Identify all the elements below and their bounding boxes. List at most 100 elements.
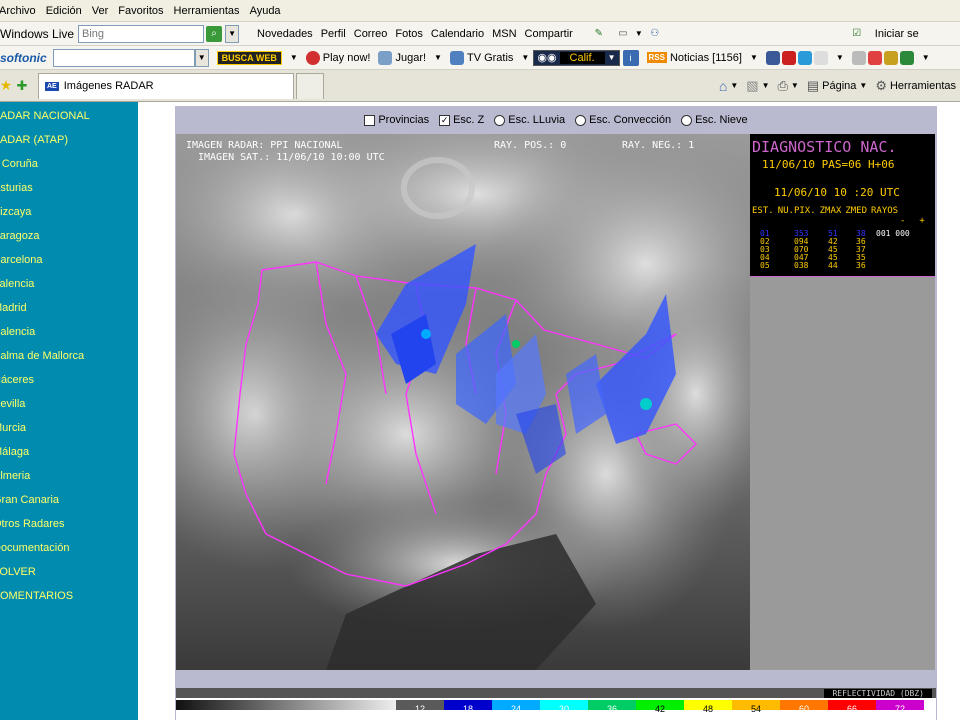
print-button[interactable]: ⎙ ▼ <box>774 78 803 94</box>
radar-header-line2: IMAGEN SAT.: 11/06/10 10:00 UTC <box>198 152 385 163</box>
messenger-dropdown-icon[interactable]: ▼ <box>631 29 647 38</box>
sidebar-link-murcia[interactable]: Murcia <box>0 416 138 440</box>
tools-menu-button[interactable]: ⚙ Herramientas <box>871 78 960 94</box>
extra-dropdown-icon[interactable]: ▼ <box>918 53 934 62</box>
legend-value-label: 72 <box>894 704 905 714</box>
esc-conveccion-radio[interactable] <box>575 114 587 126</box>
option-esc-lluvia[interactable]: Esc. LLuvia <box>494 114 565 126</box>
diagnostic-body <box>750 276 935 670</box>
sidebar-link-sevilla[interactable]: Sevilla <box>0 392 138 416</box>
sidebar-link-palma[interactable]: Palma de Mallorca <box>0 344 138 368</box>
live-link-calendario[interactable]: Calendario <box>427 28 488 40</box>
menu-favoritos[interactable]: Favoritos <box>113 5 168 17</box>
softonic-search-dropdown-icon[interactable]: ▼ <box>194 48 209 67</box>
tools-menu-label: Herramientas <box>889 79 956 92</box>
row5-est: 05 <box>760 261 770 270</box>
col-rayos: RAYOS <box>871 206 899 216</box>
bing-search-input[interactable]: Bing <box>78 24 205 43</box>
col-zmed: ZMED <box>845 206 867 216</box>
sidebar-link-radar-nacional[interactable]: RADAR NACIONAL <box>0 104 138 128</box>
buscaweb-dropdown-icon[interactable]: ▼ <box>286 53 302 62</box>
provincias-checkbox[interactable] <box>364 114 376 126</box>
sidebar-link-barcelona[interactable]: Barcelona <box>0 248 138 272</box>
option-provincias[interactable]: Provincias <box>364 114 429 126</box>
page-menu-label: Página <box>822 79 857 92</box>
esc-lluvia-radio[interactable] <box>494 114 506 126</box>
signin-link[interactable]: Iniciar se <box>871 28 923 40</box>
diagnostic-panel: DIAGNOSTICO NAC. 11/06/10 PAS=06 H+06 11… <box>750 134 935 670</box>
highlight-icon[interactable]: ✎ <box>591 26 607 42</box>
new-tab-button[interactable] <box>296 72 324 99</box>
tab-imagenes-radar[interactable]: AE Imágenes RADAR <box>38 72 294 99</box>
row5-zmed: 36 <box>856 261 866 270</box>
sidebar-link-radar-atap[interactable]: RADAR (ATAP) <box>0 128 138 152</box>
menu-bar: Archivo Edición Ver Favoritos Herramient… <box>0 0 960 22</box>
noticias-dropdown-icon[interactable]: ▼ <box>746 53 762 62</box>
tv-gratis-button[interactable]: TV Gratis <box>446 50 517 65</box>
jugar-dropdown-icon[interactable]: ▼ <box>430 53 446 62</box>
noticias-button[interactable]: RSS Noticias [1156] <box>643 52 746 64</box>
sidebar-link-asturias[interactable]: Asturias <box>0 176 138 200</box>
softonic-search-input[interactable] <box>52 48 195 67</box>
softonic-toolbar: softonic ▼ BUSCA WEB ▼ Play now! Jugar! … <box>0 46 960 70</box>
row1-rayos: 001 000 <box>876 229 910 238</box>
social-dropdown-icon[interactable]: ▼ <box>832 53 848 62</box>
sidebar-link-volver[interactable]: VOLVER <box>0 560 138 584</box>
live-link-fotos[interactable]: Fotos <box>391 28 427 40</box>
signin-icon[interactable]: ☑ <box>849 26 865 42</box>
social-icons[interactable] <box>762 50 832 65</box>
tv-dropdown-icon[interactable]: ▼ <box>517 53 533 62</box>
diagnostic-table-header: EST. NU.PIX. ZMAX ZMED RAYOS <box>752 206 898 216</box>
people-icon[interactable]: ⚇ <box>647 26 663 42</box>
calif-widget[interactable]: ◉◉ Calif. ▼ <box>533 49 620 66</box>
search-go-icon[interactable]: ⌕ <box>206 25 223 42</box>
sidebar-link-valencia[interactable]: Valencia <box>0 272 138 296</box>
menu-ayuda[interactable]: Ayuda <box>245 5 286 17</box>
extra-icons[interactable] <box>848 50 918 65</box>
sidebar-link-comentarios[interactable]: COMENTARIOS <box>0 584 138 608</box>
buscaweb-button[interactable]: BUSCA WEB <box>213 50 286 65</box>
live-link-correo[interactable]: Correo <box>350 28 392 40</box>
sidebar-link-documentacion[interactable]: Documentación <box>0 536 138 560</box>
add-favorite-icon[interactable]: ✚ <box>14 78 30 94</box>
menu-archivo[interactable]: Archivo <box>0 5 41 17</box>
sidebar-link-madrid[interactable]: Madrid <box>0 296 138 320</box>
sidebar-link-vizcaya[interactable]: Vizcaya <box>0 200 138 224</box>
live-link-perfil[interactable]: Perfil <box>317 28 350 40</box>
sidebar-link-palencia[interactable]: Palencia <box>0 320 138 344</box>
live-link-novedades[interactable]: Novedades <box>253 28 317 40</box>
sidebar-link-malaga[interactable]: Málaga <box>0 440 138 464</box>
noticias-label: Noticias [1156] <box>669 51 742 64</box>
feeds-dropdown-icon: ▼ <box>761 81 770 90</box>
info-icon[interactable]: i <box>622 49 639 66</box>
home-button[interactable]: ⌂ ▼ <box>715 78 742 94</box>
legend-gray-ramp <box>176 700 396 710</box>
esc-nieve-radio[interactable] <box>681 114 693 126</box>
feeds-button[interactable]: ▧ ▼ <box>742 78 773 94</box>
live-link-msn[interactable]: MSN <box>488 28 520 40</box>
menu-herramientas[interactable]: Herramientas <box>169 5 245 17</box>
sidebar-link-zaragoza[interactable]: Zaragoza <box>0 224 138 248</box>
page-menu-button[interactable]: ▤ Página ▼ <box>803 78 871 94</box>
esc-z-checkbox[interactable]: ✓ <box>439 114 451 126</box>
sidebar-link-gran-canaria[interactable]: Gran Canaria <box>0 488 138 512</box>
google-icon <box>867 50 882 65</box>
facebook-icon <box>765 50 780 65</box>
sidebar-link-caceres[interactable]: Cáceres <box>0 368 138 392</box>
jugar-button[interactable]: Jugar! <box>374 50 430 65</box>
sidebar-link-otros[interactable]: Otros Radares <box>0 512 138 536</box>
sidebar-link-almeria[interactable]: Almeria <box>0 464 138 488</box>
windows-live-toolbar: Windows Live Bing ⌕ ▼ Novedades Perfil C… <box>0 22 960 46</box>
menu-ver[interactable]: Ver <box>87 5 114 17</box>
sidebar-link-coruna[interactable]: A Coruña <box>0 152 138 176</box>
search-dropdown-icon[interactable]: ▼ <box>225 24 240 43</box>
messenger-icon[interactable]: ▭ <box>615 26 631 42</box>
favorites-star-icon[interactable]: ★ <box>0 77 14 94</box>
option-esc-nieve[interactable]: Esc. Nieve <box>681 114 748 126</box>
play-now-button[interactable]: Play now! <box>302 50 375 65</box>
menu-edicion[interactable]: Edición <box>41 5 87 17</box>
esc-conveccion-label: Esc. Convección <box>589 114 672 126</box>
option-esc-conveccion[interactable]: Esc. Convección <box>575 114 671 126</box>
live-link-compartir[interactable]: Compartir <box>521 28 577 40</box>
option-esc-z[interactable]: ✓ Esc. Z <box>439 114 484 126</box>
